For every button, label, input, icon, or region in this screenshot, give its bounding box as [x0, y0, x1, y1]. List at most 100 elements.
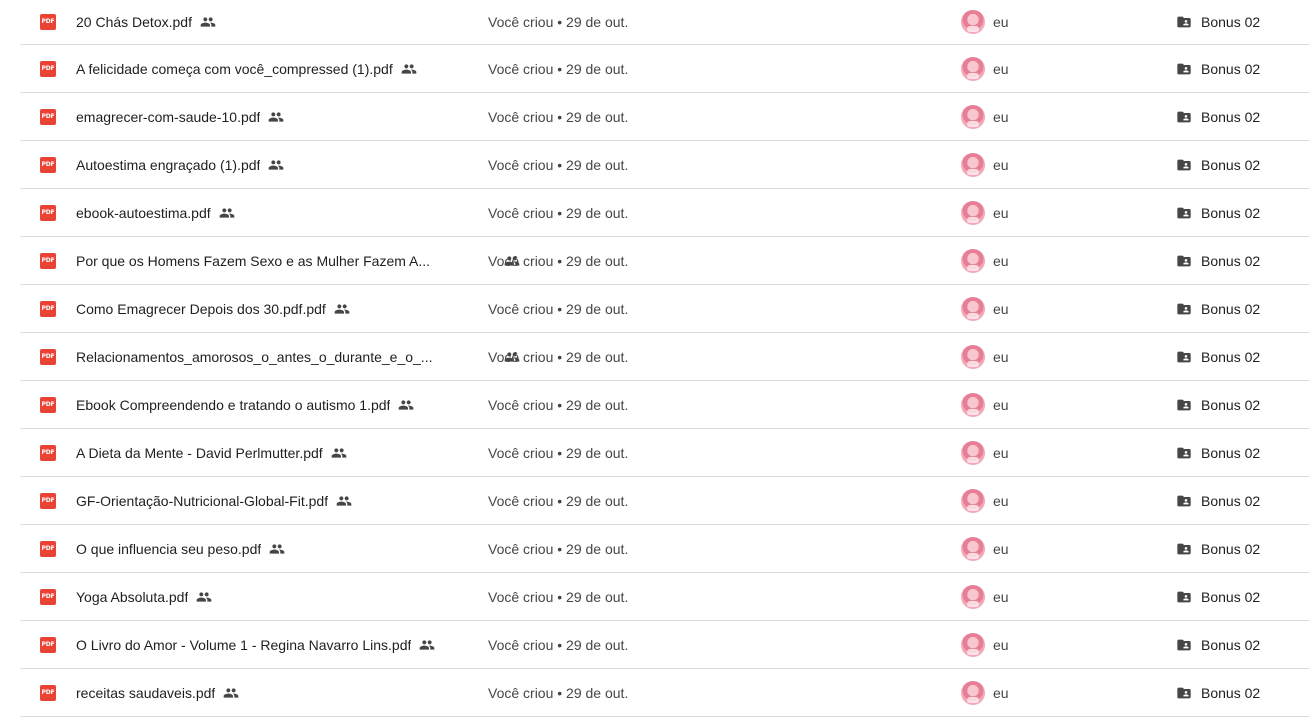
file-name-cell: receitas saudaveis.pdf	[76, 685, 239, 701]
file-name-cell: 20 Chás Detox.pdf	[76, 14, 216, 30]
file-name[interactable]: Autoestima engraçado (1).pdf	[76, 157, 260, 173]
location-folder[interactable]: Bonus 02	[1201, 349, 1260, 365]
file-name[interactable]: 20 Chás Detox.pdf	[76, 14, 192, 30]
avatar	[961, 152, 985, 177]
file-name[interactable]: A felicidade começa com você_compressed …	[76, 61, 393, 77]
shared-folder-icon	[1177, 591, 1191, 602]
pdf-icon: PDF	[40, 156, 56, 173]
file-name[interactable]: emagrecer-com-saude-10.pdf	[76, 109, 260, 125]
people-icon	[269, 159, 284, 170]
pdf-icon: PDF	[40, 204, 56, 221]
modified-info: Você criou • 29 de out.	[488, 588, 629, 605]
location-folder[interactable]: Bonus 02	[1201, 205, 1260, 221]
file-row[interactable]: PDF Relacionamentos_amorosos_o_antes_o_d…	[20, 333, 1310, 381]
file-name[interactable]: O que influencia seu peso.pdf	[76, 541, 261, 557]
file-row[interactable]: PDF Como Emagrecer Depois dos 30.pdf.pdf…	[20, 285, 1310, 333]
file-row[interactable]: PDF 20 Chás Detox.pdf Você criou • 29 de…	[20, 0, 1310, 45]
file-row[interactable]: PDF receitas saudaveis.pdf Você criou • …	[20, 669, 1310, 717]
modified-info: Você criou • 29 de out.	[488, 684, 629, 701]
pdf-icon: PDF	[40, 300, 56, 317]
file-name[interactable]: A Dieta da Mente - David Perlmutter.pdf	[76, 445, 323, 461]
avatar	[961, 56, 985, 81]
location-folder[interactable]: Bonus 02	[1201, 685, 1260, 701]
file-name-cell: Por que os Homens Fazem Sexo e as Mulher…	[76, 253, 520, 269]
file-row[interactable]: PDF emagrecer-com-saude-10.pdf Você crio…	[20, 93, 1310, 141]
shared-folder-icon	[1177, 303, 1191, 314]
file-name-cell: Relacionamentos_amorosos_o_antes_o_duran…	[76, 349, 520, 365]
file-row[interactable]: PDF O Livro do Amor - Volume 1 - Regina …	[20, 621, 1310, 669]
file-row[interactable]: PDF Yoga Absoluta.pdf Você criou • 29 de…	[20, 573, 1310, 621]
location-folder[interactable]: Bonus 02	[1201, 253, 1260, 269]
owner-name: eu	[993, 204, 1009, 221]
people-icon	[399, 399, 414, 410]
pdf-icon: PDF	[40, 348, 56, 365]
file-row[interactable]: PDF Por que os Homens Fazem Sexo e as Mu…	[20, 237, 1310, 285]
modified-info: Você criou • 29 de out.	[488, 636, 629, 653]
location-folder[interactable]: Bonus 02	[1201, 397, 1260, 413]
file-name-cell: O que influencia seu peso.pdf	[76, 541, 285, 557]
people-icon	[197, 591, 212, 602]
shared-folder-icon	[1177, 687, 1191, 698]
location-folder[interactable]: Bonus 02	[1201, 301, 1260, 317]
pdf-icon: PDF	[40, 540, 56, 557]
file-name[interactable]: Por que os Homens Fazem Sexo e as Mulher…	[76, 253, 430, 269]
file-row[interactable]: PDF A Dieta da Mente - David Perlmutter.…	[20, 429, 1310, 477]
owner-name: eu	[993, 492, 1009, 509]
shared-folder-icon	[1177, 159, 1191, 170]
modified-info: Você criou • 29 de out.	[488, 300, 629, 317]
people-icon	[219, 207, 234, 218]
file-row[interactable]: PDF ebook-autoestima.pdf Você criou • 29…	[20, 189, 1310, 237]
file-name[interactable]: GF-Orientação-Nutricional-Global-Fit.pdf	[76, 493, 328, 509]
shared-folder-icon	[1177, 543, 1191, 554]
shared-folder-icon	[1177, 111, 1191, 122]
location-folder[interactable]: Bonus 02	[1201, 637, 1260, 653]
people-icon	[200, 17, 216, 27]
modified-info: Você criou • 29 de out.	[488, 14, 629, 30]
file-name-cell: Como Emagrecer Depois dos 30.pdf.pdf	[76, 301, 350, 317]
modified-info: Você criou • 29 de out.	[488, 444, 629, 461]
pdf-icon: PDF	[40, 684, 56, 701]
pdf-icon: PDF	[40, 252, 56, 269]
file-row[interactable]: PDF GF-Orientação-Nutricional-Global-Fit…	[20, 477, 1310, 525]
location-folder[interactable]: Bonus 02	[1201, 493, 1260, 509]
file-row[interactable]: PDF Ebook Compreendendo e tratando o aut…	[20, 381, 1310, 429]
location-folder[interactable]: Bonus 02	[1201, 14, 1260, 30]
owner-name: eu	[993, 684, 1009, 701]
file-name[interactable]: Como Emagrecer Depois dos 30.pdf.pdf	[76, 301, 326, 317]
pdf-icon: PDF	[40, 444, 56, 461]
shared-folder-icon	[1177, 207, 1191, 218]
location-folder[interactable]: Bonus 02	[1201, 445, 1260, 461]
file-name[interactable]: Ebook Compreendendo e tratando o autismo…	[76, 397, 390, 413]
avatar	[961, 200, 985, 225]
modified-info: Você criou • 29 de out.	[488, 204, 629, 221]
location-folder[interactable]: Bonus 02	[1201, 541, 1260, 557]
file-row[interactable]: PDF O que influencia seu peso.pdf Você c…	[20, 525, 1310, 573]
file-name[interactable]: O Livro do Amor - Volume 1 - Regina Nava…	[76, 637, 411, 653]
people-icon	[269, 111, 284, 122]
owner-name: eu	[993, 156, 1009, 173]
file-name[interactable]: Relacionamentos_amorosos_o_antes_o_duran…	[76, 349, 432, 365]
pdf-icon: PDF	[40, 636, 56, 653]
location-folder[interactable]: Bonus 02	[1201, 109, 1260, 125]
owner-name: eu	[993, 252, 1009, 269]
people-icon	[420, 639, 435, 650]
owner-name: eu	[993, 540, 1009, 557]
location-folder[interactable]: Bonus 02	[1201, 61, 1260, 77]
file-name[interactable]: receitas saudaveis.pdf	[76, 685, 215, 701]
people-icon	[401, 63, 417, 74]
modified-info: Você criou • 29 de out.	[488, 540, 629, 557]
avatar	[961, 440, 985, 465]
file-name[interactable]: Yoga Absoluta.pdf	[76, 589, 188, 605]
file-row[interactable]: PDF Autoestima engraçado (1).pdf Você cr…	[20, 141, 1310, 189]
location-folder[interactable]: Bonus 02	[1201, 157, 1260, 173]
file-row[interactable]: PDF A felicidade começa com você_compres…	[20, 45, 1310, 93]
owner-name: eu	[993, 588, 1009, 605]
owner-name: eu	[993, 108, 1009, 125]
file-name-cell: Yoga Absoluta.pdf	[76, 589, 212, 605]
file-name-cell: emagrecer-com-saude-10.pdf	[76, 109, 284, 125]
owner-name: eu	[993, 444, 1009, 461]
location-folder[interactable]: Bonus 02	[1201, 589, 1260, 605]
owner-name: eu	[993, 14, 1009, 30]
file-list: PDF 20 Chás Detox.pdf Você criou • 29 de…	[20, 0, 1310, 717]
file-name[interactable]: ebook-autoestima.pdf	[76, 205, 211, 221]
